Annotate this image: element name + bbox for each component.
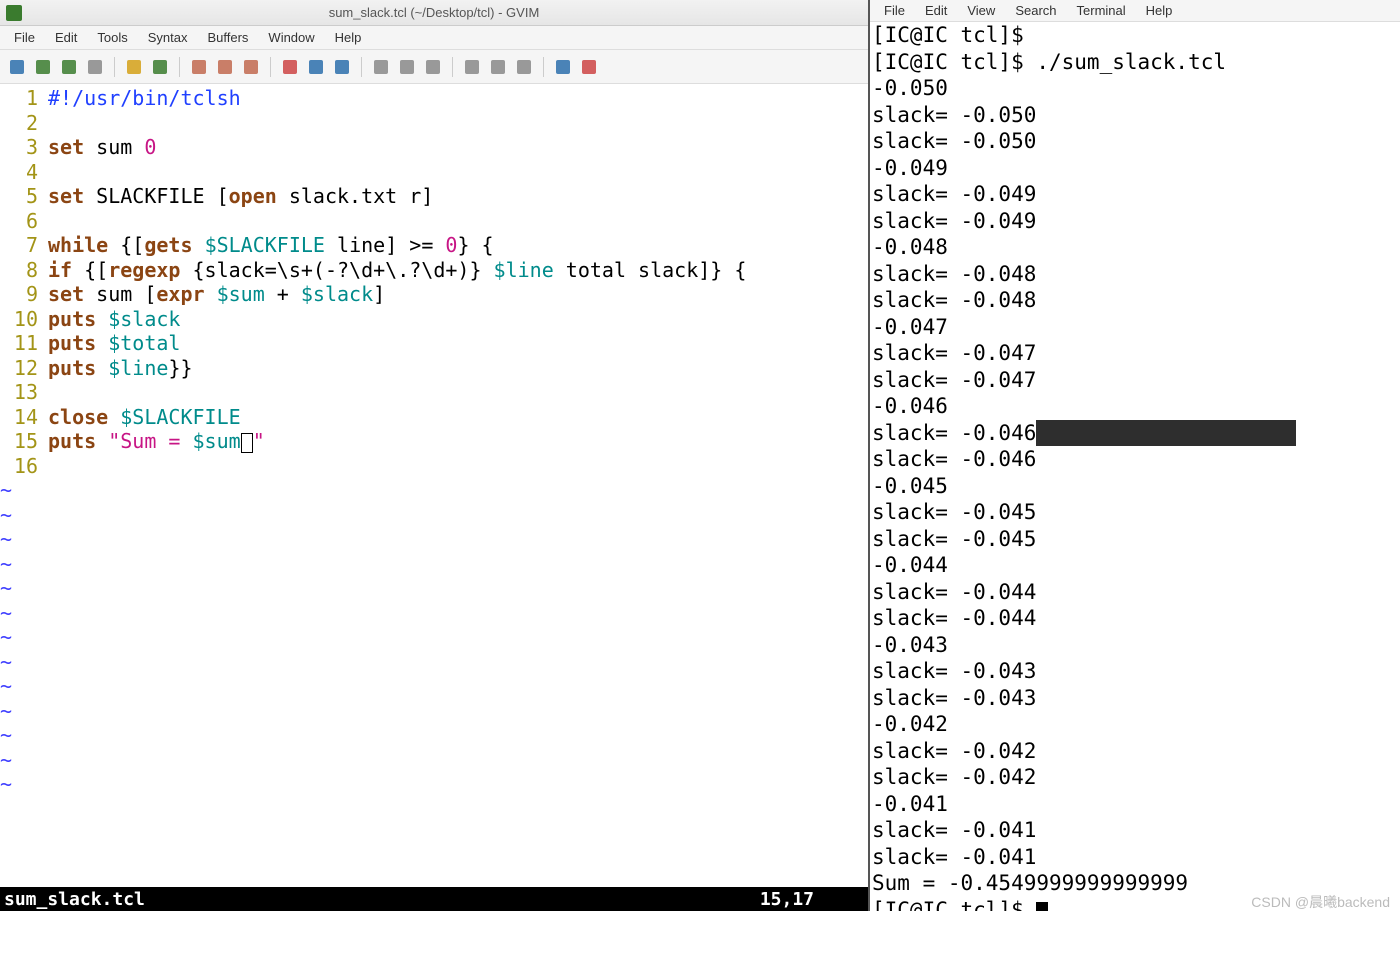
terminal-body[interactable]: [IC@IC tcl]$[IC@IC tcl]$ ./sum_slack.tcl… (870, 22, 1400, 911)
terminal-menubar: FileEditViewSearchTerminalHelp (870, 0, 1400, 22)
gvim-menu-buffers[interactable]: Buffers (197, 26, 258, 49)
gvim-menu-tools[interactable]: Tools (87, 26, 137, 49)
redo-icon[interactable] (149, 56, 171, 78)
gvim-titlebar[interactable]: sum_slack.tcl (~/Desktop/tcl) - GVIM (0, 0, 868, 26)
term-menu-terminal[interactable]: Terminal (1067, 0, 1136, 21)
save-icon[interactable] (32, 56, 54, 78)
prev-icon[interactable] (331, 56, 353, 78)
shell-icon[interactable] (487, 56, 509, 78)
print-icon[interactable] (84, 56, 106, 78)
term-menu-view[interactable]: View (957, 0, 1005, 21)
save-session-icon[interactable] (396, 56, 418, 78)
open-icon[interactable] (6, 56, 28, 78)
cut-icon[interactable] (188, 56, 210, 78)
gvim-menu-edit[interactable]: Edit (45, 26, 87, 49)
paste-icon[interactable] (240, 56, 262, 78)
gvim-title: sum_slack.tcl (~/Desktop/tcl) - GVIM (329, 5, 540, 20)
load-session-icon[interactable] (370, 56, 392, 78)
gvim-menubar: FileEditToolsSyntaxBuffersWindowHelp (0, 26, 868, 50)
gvim-statusbar: sum_slack.tcl 15,17 (0, 887, 868, 911)
run-script-icon[interactable] (422, 56, 444, 78)
gvim-toolbar (0, 50, 868, 84)
status-filename: sum_slack.tcl (4, 889, 760, 910)
gvim-menu-file[interactable]: File (4, 26, 45, 49)
status-cursor-position: 15,17 (760, 889, 814, 910)
gvim-editor[interactable]: 1#!/usr/bin/tclsh23set sum 045set SLACKF… (0, 84, 868, 887)
gvim-app-icon (6, 5, 22, 21)
gvim-window: sum_slack.tcl (~/Desktop/tcl) - GVIM Fil… (0, 0, 870, 911)
term-menu-edit[interactable]: Edit (915, 0, 957, 21)
gvim-menu-syntax[interactable]: Syntax (138, 26, 198, 49)
save-all-icon[interactable] (58, 56, 80, 78)
next-icon[interactable] (305, 56, 327, 78)
terminal-window: FileEditViewSearchTerminalHelp [IC@IC tc… (870, 0, 1400, 911)
gvim-menu-window[interactable]: Window (258, 26, 324, 49)
find-help-icon[interactable] (578, 56, 600, 78)
help-icon[interactable] (552, 56, 574, 78)
term-menu-help[interactable]: Help (1136, 0, 1183, 21)
undo-icon[interactable] (123, 56, 145, 78)
copy-icon[interactable] (214, 56, 236, 78)
find-icon[interactable] (279, 56, 301, 78)
gvim-menu-help[interactable]: Help (325, 26, 372, 49)
watermark: CSDN @晨曦backend (1251, 892, 1390, 912)
term-menu-search[interactable]: Search (1005, 0, 1066, 21)
make-icon[interactable] (461, 56, 483, 78)
tags-icon[interactable] (513, 56, 535, 78)
term-menu-file[interactable]: File (874, 0, 915, 21)
